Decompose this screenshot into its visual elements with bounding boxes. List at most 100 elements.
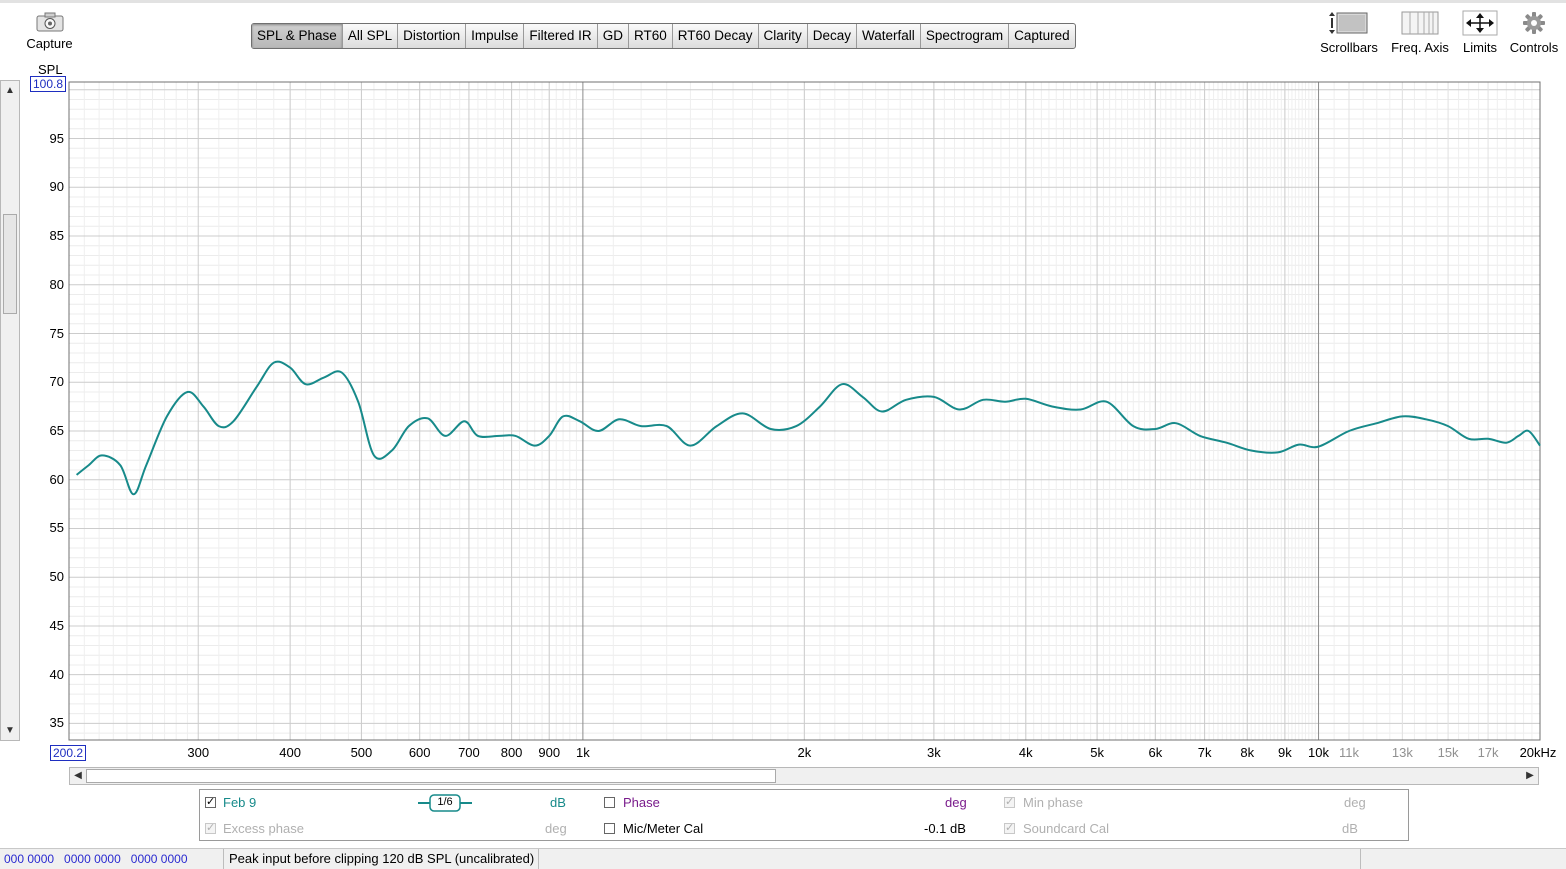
x-tick-label: 9k (1278, 745, 1292, 760)
y-tick-label: 85 (49, 228, 64, 244)
tab-gd[interactable]: GD (598, 24, 629, 48)
tab-clarity[interactable]: Clarity (759, 24, 808, 48)
y-tick-label: 60 (49, 471, 64, 487)
tab-rt60[interactable]: RT60 (629, 24, 673, 48)
x-left-value[interactable]: 200.2 (50, 745, 87, 761)
graph-tabs: SPL & Phase All SPL Distortion Impulse Filte… (251, 23, 1076, 49)
excess-phase-checkbox[interactable]: ✓ (205, 823, 216, 834)
tab-impulse[interactable]: Impulse (466, 24, 525, 48)
limits-button[interactable]: Limits (1457, 10, 1503, 55)
spl-chart[interactable] (0, 0, 1566, 868)
level-meters: 000 0000 0000 0000 0000 0000 (0, 849, 224, 869)
phase-unit: deg (945, 795, 967, 810)
soundcard-cal-checkbox[interactable]: ✓ (1004, 823, 1015, 834)
y-tick-label: 35 (49, 715, 64, 731)
x-tick-label: 800 (500, 745, 523, 760)
tab-rt60-decay[interactable]: RT60 Decay (673, 24, 759, 48)
horizontal-scrollbar[interactable]: ◀ ▶ (69, 767, 1539, 785)
status-spacer (1360, 849, 1559, 869)
peak-input-text: Peak input before clipping 120 dB SPL (u… (225, 849, 540, 869)
freq-axis-button[interactable]: Freq. Axis (1387, 10, 1453, 55)
x-tick-label: 900 (538, 745, 561, 760)
y-tick-label: 90 (49, 179, 64, 195)
spl-unit: dB (550, 795, 566, 810)
y-tick-label: 40 (49, 666, 64, 682)
x-tick-label: 13k (1391, 745, 1413, 760)
min-phase-label: Min phase (1023, 795, 1083, 810)
y-tick-label: 55 (49, 520, 64, 536)
feb9-checkbox[interactable]: ✓ (205, 797, 216, 808)
tab-captured[interactable]: Captured (1009, 24, 1075, 48)
gear-icon (1523, 12, 1545, 34)
x-tick-label: 1k (576, 745, 590, 760)
y-axis-title: SPL (38, 62, 63, 77)
tab-waterfall[interactable]: Waterfall (857, 24, 921, 48)
x-tick-label: 3k (927, 745, 941, 760)
x-tick-label: 400 (279, 745, 301, 760)
x-tick-label: 300 (187, 745, 210, 760)
tab-filtered-ir[interactable]: Filtered IR (524, 24, 598, 48)
x-tick-label: 4k (1018, 745, 1033, 760)
scroll-right-icon[interactable]: ▶ (1521, 770, 1539, 781)
capture-button[interactable]: Capture (22, 12, 77, 51)
mic-cal-label: Mic/Meter Cal (623, 821, 704, 836)
tab-distortion[interactable]: Distortion (398, 24, 467, 48)
scroll-down-icon[interactable]: ▼ (1, 725, 19, 736)
controls-button[interactable]: Controls (1507, 10, 1561, 55)
x-tick-label: 17k (1477, 745, 1499, 760)
y-top-value[interactable]: 100.8 (30, 76, 67, 92)
x-tick-label: 7k (1197, 745, 1212, 760)
x-tick-label: 600 (408, 745, 431, 760)
min-phase-unit: deg (1344, 795, 1366, 810)
vertical-scrollbar[interactable]: ▲ ▼ (0, 80, 20, 741)
y-tick-label: 70 (49, 374, 64, 390)
excess-phase-unit: deg (545, 821, 567, 836)
capture-label: Capture (26, 36, 73, 51)
legend-panel: ✓ Feb 9 1/6 dB Phase deg ✓ Min phase deg… (199, 789, 1409, 841)
y-tick-label: 65 (49, 422, 64, 438)
scroll-left-icon[interactable]: ◀ (69, 770, 87, 781)
horizontal-scroll-thumb[interactable] (86, 769, 776, 783)
status-bar: 000 0000 0000 0000 0000 0000 Peak input … (0, 848, 1566, 869)
smoothing-control[interactable]: 1/6 (418, 793, 472, 813)
freq-axis-label: Freq. Axis (1391, 40, 1449, 55)
x-tick-label: 700 (458, 745, 480, 760)
soundcard-cal-unit: dB (1342, 821, 1358, 836)
phase-checkbox[interactable] (604, 797, 615, 808)
scroll-up-icon[interactable]: ▲ (1, 85, 19, 96)
x-tick-label: 6k (1148, 745, 1163, 760)
smoothing-value: 1/6 (437, 796, 453, 808)
y-tick-label: 80 (49, 276, 64, 292)
controls-label: Controls (1509, 40, 1559, 55)
tab-spl-phase[interactable]: SPL & Phase (252, 24, 343, 48)
mic-cal-value: -0.1 dB (924, 821, 966, 836)
scrollbars-label: Scrollbars (1320, 40, 1378, 55)
mic-cal-checkbox[interactable] (604, 823, 615, 834)
tab-decay[interactable]: Decay (808, 24, 858, 48)
soundcard-cal-label: Soundcard Cal (1023, 821, 1109, 836)
x-tick-label: 8k (1240, 745, 1255, 760)
toolbar: Capture SPL & Phase All SPL Distortion Impu… (0, 0, 1566, 80)
x-tick-label: 15k (1437, 745, 1459, 760)
x-tick-label: 500 (350, 745, 373, 760)
freq-axis-icon (1401, 11, 1439, 35)
min-phase-checkbox[interactable]: ✓ (1004, 797, 1015, 808)
limits-label: Limits (1463, 40, 1497, 55)
y-tick-label: 95 (49, 130, 64, 146)
series-name: Feb 9 (223, 795, 257, 810)
scrollbars-button[interactable]: Scrollbars (1317, 10, 1381, 55)
x-tick-label: 5k (1090, 745, 1104, 760)
y-tick-label: 75 (49, 325, 64, 341)
phase-label: Phase (623, 795, 660, 810)
x-tick-label: 10k (1308, 745, 1330, 760)
x-tick-label: 2k (797, 745, 812, 760)
limits-icon (1462, 10, 1498, 36)
tab-spectrogram[interactable]: Spectrogram (921, 24, 1010, 48)
camera-icon (36, 12, 63, 32)
scrollbars-icon (1329, 12, 1368, 34)
y-tick-label: 45 (49, 617, 64, 633)
x-tick-label: 11k (1338, 745, 1359, 760)
vertical-scroll-thumb[interactable] (3, 214, 17, 314)
x-tick-label: 20kHz (1519, 745, 1557, 760)
tab-all-spl[interactable]: All SPL (343, 24, 399, 48)
